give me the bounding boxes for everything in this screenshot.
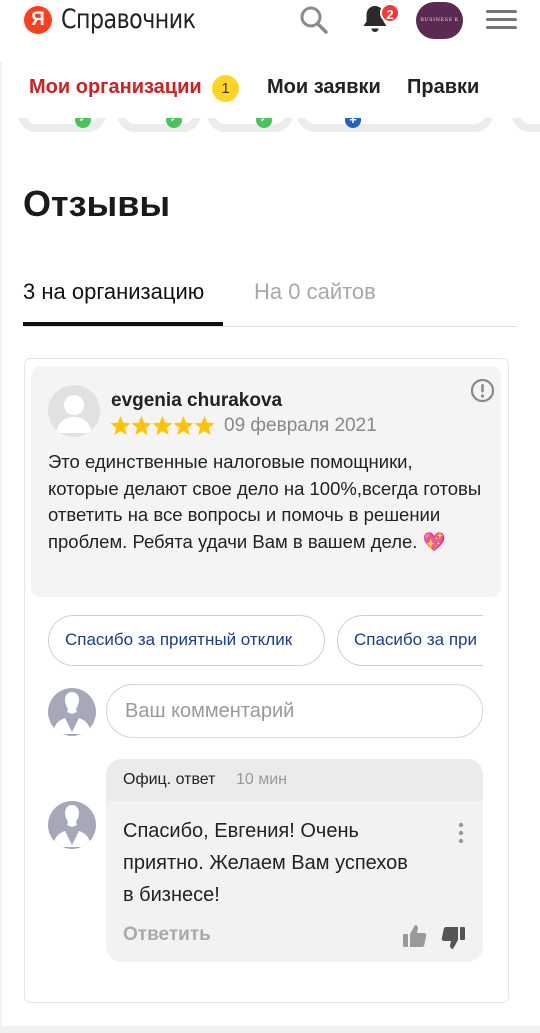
app-header: Я Справочник 2 BUSINESS K — [0, 0, 540, 62]
star-icon — [131, 416, 152, 435]
official-reply-text: Спасибо, Евгения! Очень приятно. Желаем … — [123, 820, 408, 906]
tabs-divider — [23, 326, 517, 327]
org-card[interactable] — [18, 118, 106, 132]
official-reply-header: Офиц. ответ 10 мин — [106, 759, 483, 801]
review-date: 09 февраля 2021 — [224, 415, 377, 436]
report-icon[interactable] — [470, 378, 495, 403]
official-reply: Офиц. ответ 10 мин Спасибо, Евгения! Оче… — [106, 759, 483, 962]
thumbs-down-icon[interactable] — [440, 925, 466, 951]
quick-reply-chip[interactable]: Спасибо за приятный отклик — [48, 615, 325, 666]
organization-cards-strip[interactable]: ✓ ✓ ✓ + — [0, 118, 540, 136]
official-reply-time: 10 мин — [236, 771, 288, 788]
page-title: Отзывы — [23, 183, 171, 224]
nav-my-requests[interactable]: Мои заявки — [267, 76, 381, 99]
nav-edits[interactable]: Правки — [407, 76, 479, 99]
star-icon — [173, 416, 194, 435]
org-card[interactable] — [207, 118, 293, 132]
reviewer-name[interactable]: evgenia churakova — [111, 390, 282, 412]
organizations-count-badge: 1 — [212, 75, 239, 102]
star-icon — [152, 416, 173, 435]
review-text: Это единственные налоговые помощники, ко… — [48, 451, 482, 552]
rating-stars — [110, 416, 215, 435]
tab-organization-reviews[interactable]: 3 на организацию — [23, 279, 204, 305]
menu-icon[interactable] — [486, 10, 517, 30]
star-icon — [194, 416, 215, 435]
notification-badge: 2 — [380, 3, 400, 23]
reply-button[interactable]: Ответить — [123, 924, 211, 946]
bottom-edge — [0, 1026, 540, 1033]
add-org-card[interactable] — [297, 118, 493, 132]
thumbs-up-icon[interactable] — [402, 923, 428, 949]
comment-input[interactable] — [106, 684, 483, 738]
more-options-icon[interactable] — [452, 821, 470, 845]
business-avatar — [48, 801, 96, 849]
top-nav: Мои организации 1 Мои заявки Правки — [0, 62, 540, 120]
star-icon — [110, 416, 131, 435]
app-title[interactable]: Справочник — [61, 4, 196, 35]
org-card[interactable] — [512, 118, 540, 132]
active-tab-indicator — [23, 322, 223, 326]
account-avatar[interactable]: BUSINESS K — [416, 2, 463, 39]
search-icon[interactable] — [298, 4, 330, 36]
quick-reply-chip[interactable]: Спасибо за при — [337, 615, 483, 666]
user-avatar — [48, 688, 96, 736]
org-card[interactable] — [117, 118, 201, 132]
tab-site-reviews[interactable]: На 0 сайтов — [254, 279, 376, 305]
yandex-logo[interactable]: Я — [24, 6, 52, 34]
reviewer-avatar — [48, 385, 100, 437]
official-reply-label: Офиц. ответ — [123, 771, 216, 788]
nav-my-organizations[interactable]: Мои организации — [29, 76, 202, 99]
page-edge — [0, 62, 2, 1033]
